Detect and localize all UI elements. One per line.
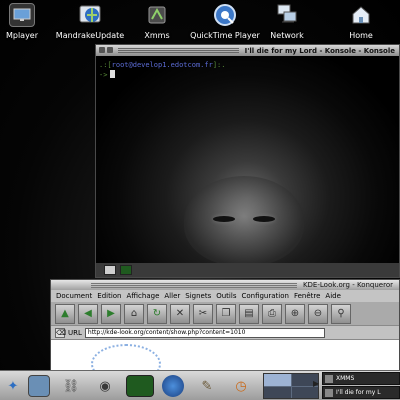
wallpaper-eye-left (213, 216, 235, 222)
new-session-icon[interactable] (104, 265, 116, 275)
wallpaper-eye-right (253, 216, 275, 222)
prompt-host: root@develop1.edotcom.fr (111, 61, 213, 69)
menu-aide[interactable]: Aide (325, 292, 340, 300)
konsole-window[interactable]: I'll die for my Lord - Konsole - Konsole… (95, 44, 400, 278)
paste-icon[interactable]: ▤ (239, 303, 259, 324)
print-icon[interactable]: ⎙ (262, 303, 282, 324)
terminal-icon[interactable] (126, 375, 154, 397)
menu-signets[interactable]: Signets (185, 292, 211, 300)
xmms-icon (144, 3, 170, 27)
titlebar-lines (118, 48, 239, 53)
window-buttons (99, 47, 113, 53)
desktop-icon-mandrakeupdate[interactable]: MandrakeUpdate (53, 3, 127, 40)
wallpaper-face (184, 176, 304, 264)
quicktime-icon (212, 3, 238, 27)
prompt-arrow: -> (99, 71, 108, 79)
task-konsole[interactable]: I'll die for my L (322, 386, 400, 399)
desktop-icon-xmms[interactable]: Xmms (120, 3, 194, 40)
sticky-button[interactable] (107, 47, 113, 53)
titlebar-lines (91, 282, 297, 288)
menu-aller[interactable]: Aller (164, 292, 180, 300)
desktop-icon[interactable] (28, 375, 50, 397)
menu-fenetre[interactable]: Fenêtre (294, 292, 320, 300)
menu-button[interactable] (99, 47, 105, 53)
task-list: XMMS I'll die for my L (322, 372, 400, 400)
prompt-line-2: -> (99, 70, 396, 80)
terminal-session-icon[interactable] (120, 265, 132, 275)
prompt-prefix: .:[ (99, 61, 112, 69)
konqueror-titlebar[interactable]: KDE-Look.org - Konqueror (51, 280, 399, 290)
zoom-in-icon[interactable]: ⊕ (285, 303, 305, 324)
gimp-icon[interactable]: ✎ (196, 375, 218, 397)
menu-edition[interactable]: Edition (97, 292, 121, 300)
text-cursor (110, 70, 116, 78)
url-label: URL (68, 328, 82, 337)
task-label: I'll die for my L (336, 389, 381, 396)
taskbar: ✦ ⛓ ◉ ✎ ◷ ▶ XMMS I'll die for my L (0, 370, 400, 400)
menu-configuration[interactable]: Configuration (241, 292, 288, 300)
xmms-task-icon (325, 374, 333, 383)
prompt-suffix: ]:. (212, 61, 226, 69)
menubar: Document Edition Affichage Aller Signets… (51, 290, 399, 302)
reload-icon[interactable]: ↻ (147, 303, 167, 324)
clear-location-icon[interactable]: ⌫ (55, 327, 66, 338)
search-icon[interactable]: ⚲ (331, 303, 351, 324)
globe-update-icon (77, 3, 103, 27)
link-icon[interactable]: ⛓ (60, 375, 82, 397)
task-xmms[interactable]: XMMS (322, 372, 400, 385)
pager-desktop-3[interactable] (264, 386, 291, 398)
konqueror-title: KDE-Look.org - Konqueror (302, 281, 393, 289)
konsole-titlebar[interactable]: I'll die for my Lord - Konsole - Konsole (96, 45, 399, 56)
cut-icon[interactable]: ✂ (193, 303, 213, 324)
pager-desktop-1[interactable] (264, 374, 291, 386)
desktop-icon-network[interactable]: Network (250, 3, 324, 40)
desktop-icon-home[interactable]: Home (324, 3, 398, 40)
zoom-out-icon[interactable]: ⊖ (308, 303, 328, 324)
desktop-pager[interactable] (263, 373, 319, 399)
mixer-icon[interactable]: ◉ (94, 375, 116, 397)
location-bar: ⌫ URL http://kde-look.org/content/show.p… (51, 326, 399, 340)
prompt-line-1: .:[root@develop1.edotcom.fr]:. (99, 60, 396, 70)
stop-icon[interactable]: ✕ (170, 303, 190, 324)
terminal-area[interactable]: .:[root@develop1.edotcom.fr]:. -> (96, 56, 399, 264)
konqueror-icon[interactable] (162, 375, 184, 397)
up-arrow-icon[interactable]: ▲ (55, 303, 75, 324)
back-arrow-icon[interactable]: ◀ (78, 303, 98, 324)
menu-document[interactable]: Document (56, 292, 92, 300)
copy-icon[interactable]: ❐ (216, 303, 236, 324)
konsole-task-icon (325, 388, 333, 397)
pager-desktop-4[interactable] (291, 386, 318, 398)
network-icon (274, 3, 300, 27)
konsole-title: I'll die for my Lord - Konsole - Konsole (244, 46, 395, 55)
monitor-icon (9, 3, 35, 27)
toolbar: ▲ ◀ ▶ ⌂ ↻ ✕ ✂ ❐ ▤ ⎙ ⊕ ⊖ ⚲ (51, 302, 399, 326)
home-icon[interactable]: ⌂ (124, 303, 144, 324)
menu-affichage[interactable]: Affichage (127, 292, 160, 300)
taskbar-arrow-icon[interactable]: ▶ (313, 379, 319, 388)
clock-icon[interactable]: ◷ (230, 375, 252, 397)
menu-outils[interactable]: Outils (216, 292, 236, 300)
konsole-statusbar (96, 263, 399, 277)
url-input[interactable]: http://kde-look.org/content/show.php?con… (84, 327, 325, 338)
task-label: XMMS (336, 375, 355, 382)
forward-arrow-icon[interactable]: ▶ (101, 303, 121, 324)
kmenu-icon[interactable]: ✦ (2, 375, 24, 397)
desktop-icon-mplayer[interactable]: Mplayer (0, 3, 59, 40)
home-icon (348, 3, 374, 27)
